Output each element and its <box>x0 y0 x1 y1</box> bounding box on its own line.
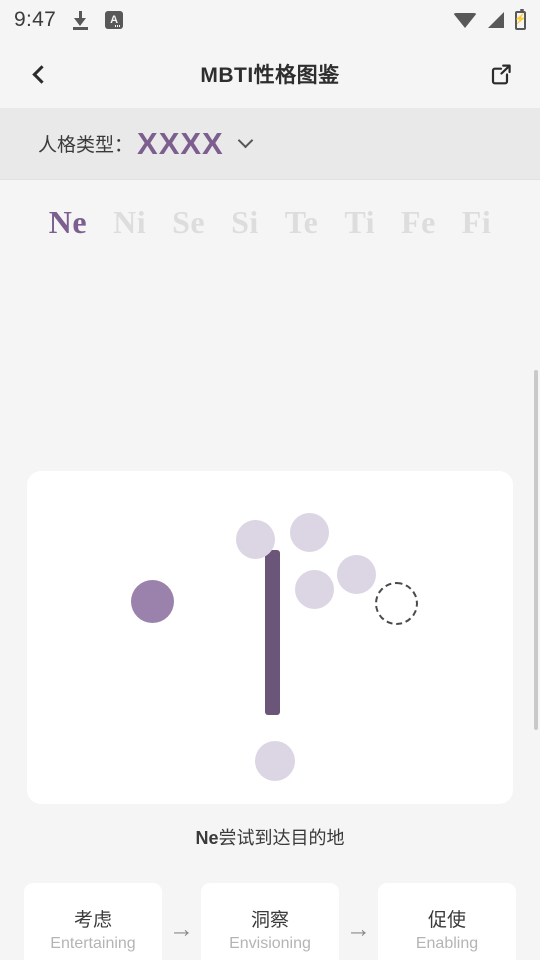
light-dot-upper-right <box>290 513 329 552</box>
status-bar: 9:47 A ⚡ <box>0 0 540 40</box>
title-bar: MBTI性格图鉴 <box>0 40 540 108</box>
function-tab-ni[interactable]: Ni <box>100 204 159 241</box>
wifi-icon <box>453 12 477 28</box>
mid-purple-dot <box>131 580 174 623</box>
cognitive-function-tabs: Ne Ni Se Si Te Ti Fe Fi <box>0 180 540 255</box>
illustration-card <box>27 471 513 804</box>
content-area: Ne Ni Se Si Te Ti Fe Fi Ne尝试到达目的地 考虑 Entertainin… <box>0 180 540 960</box>
chevron-down-icon[interactable] <box>237 132 254 149</box>
light-dot-mid-right <box>337 555 376 594</box>
download-icon <box>72 10 89 30</box>
share-icon <box>491 64 511 85</box>
signal-icon <box>488 12 504 28</box>
flow-step-title: 考虑 <box>73 910 112 931</box>
function-tab-fe[interactable]: Fe <box>388 204 449 241</box>
function-tab-ti[interactable]: Ti <box>331 204 388 241</box>
flow-step-card[interactable]: 考虑 Entertaining <box>24 883 162 960</box>
flow-step-subtitle: Enabling <box>415 935 479 952</box>
page-title: MBTI性格图鉴 <box>200 64 340 87</box>
type-value: XXXX <box>137 125 224 161</box>
dashed-target-circle <box>375 582 418 625</box>
function-tab-fi[interactable]: Fi <box>449 204 504 241</box>
flow-arrow-icon: → <box>169 914 194 943</box>
caption-text: 尝试到达目的地 <box>218 828 345 848</box>
vertical-scrollbar[interactable] <box>534 370 538 730</box>
function-tab-se[interactable]: Se <box>159 204 218 241</box>
flow-step-subtitle: Envisioning <box>229 935 311 952</box>
function-flow-row: 考虑 Entertaining → 洞察 Envisioning → 促使 Enabling <box>24 883 516 960</box>
flow-step-card[interactable]: 洞察 Envisioning <box>201 883 339 960</box>
function-tab-ne[interactable]: Ne <box>36 204 100 241</box>
chevron-left-icon <box>31 64 51 84</box>
battery-bolt-glyph: ⚡ <box>514 14 527 25</box>
light-dot-upper-left <box>236 520 275 559</box>
flow-step-title: 洞察 <box>250 910 289 931</box>
flow-arrow-icon: → <box>346 914 371 943</box>
flow-step-title: 促使 <box>427 910 466 931</box>
caption-function-name: Ne <box>195 828 219 848</box>
battery-charging-icon: ⚡ <box>514 8 527 30</box>
illustration-caption: Ne尝试到达目的地 <box>0 824 540 850</box>
flow-step-card[interactable]: 促使 Enabling <box>378 883 516 960</box>
status-right-icons: ⚡ <box>453 8 527 30</box>
app-keyboard-icon: A <box>105 11 124 29</box>
back-button[interactable] <box>22 57 56 91</box>
function-tab-te[interactable]: Te <box>272 204 332 241</box>
type-label: 人格类型： <box>38 135 134 156</box>
dark-purple-bar <box>265 550 280 715</box>
flow-step-subtitle: Entertaining <box>50 935 136 952</box>
status-left-icons: A <box>72 10 124 30</box>
function-tab-si[interactable]: Si <box>218 204 272 241</box>
light-dot-mid-left <box>295 570 334 609</box>
light-dot-bottom <box>255 741 295 781</box>
share-button[interactable] <box>484 57 518 91</box>
personality-type-selector[interactable]: 人格类型： XXXX <box>0 108 540 180</box>
status-time: 9:47 <box>14 8 57 31</box>
